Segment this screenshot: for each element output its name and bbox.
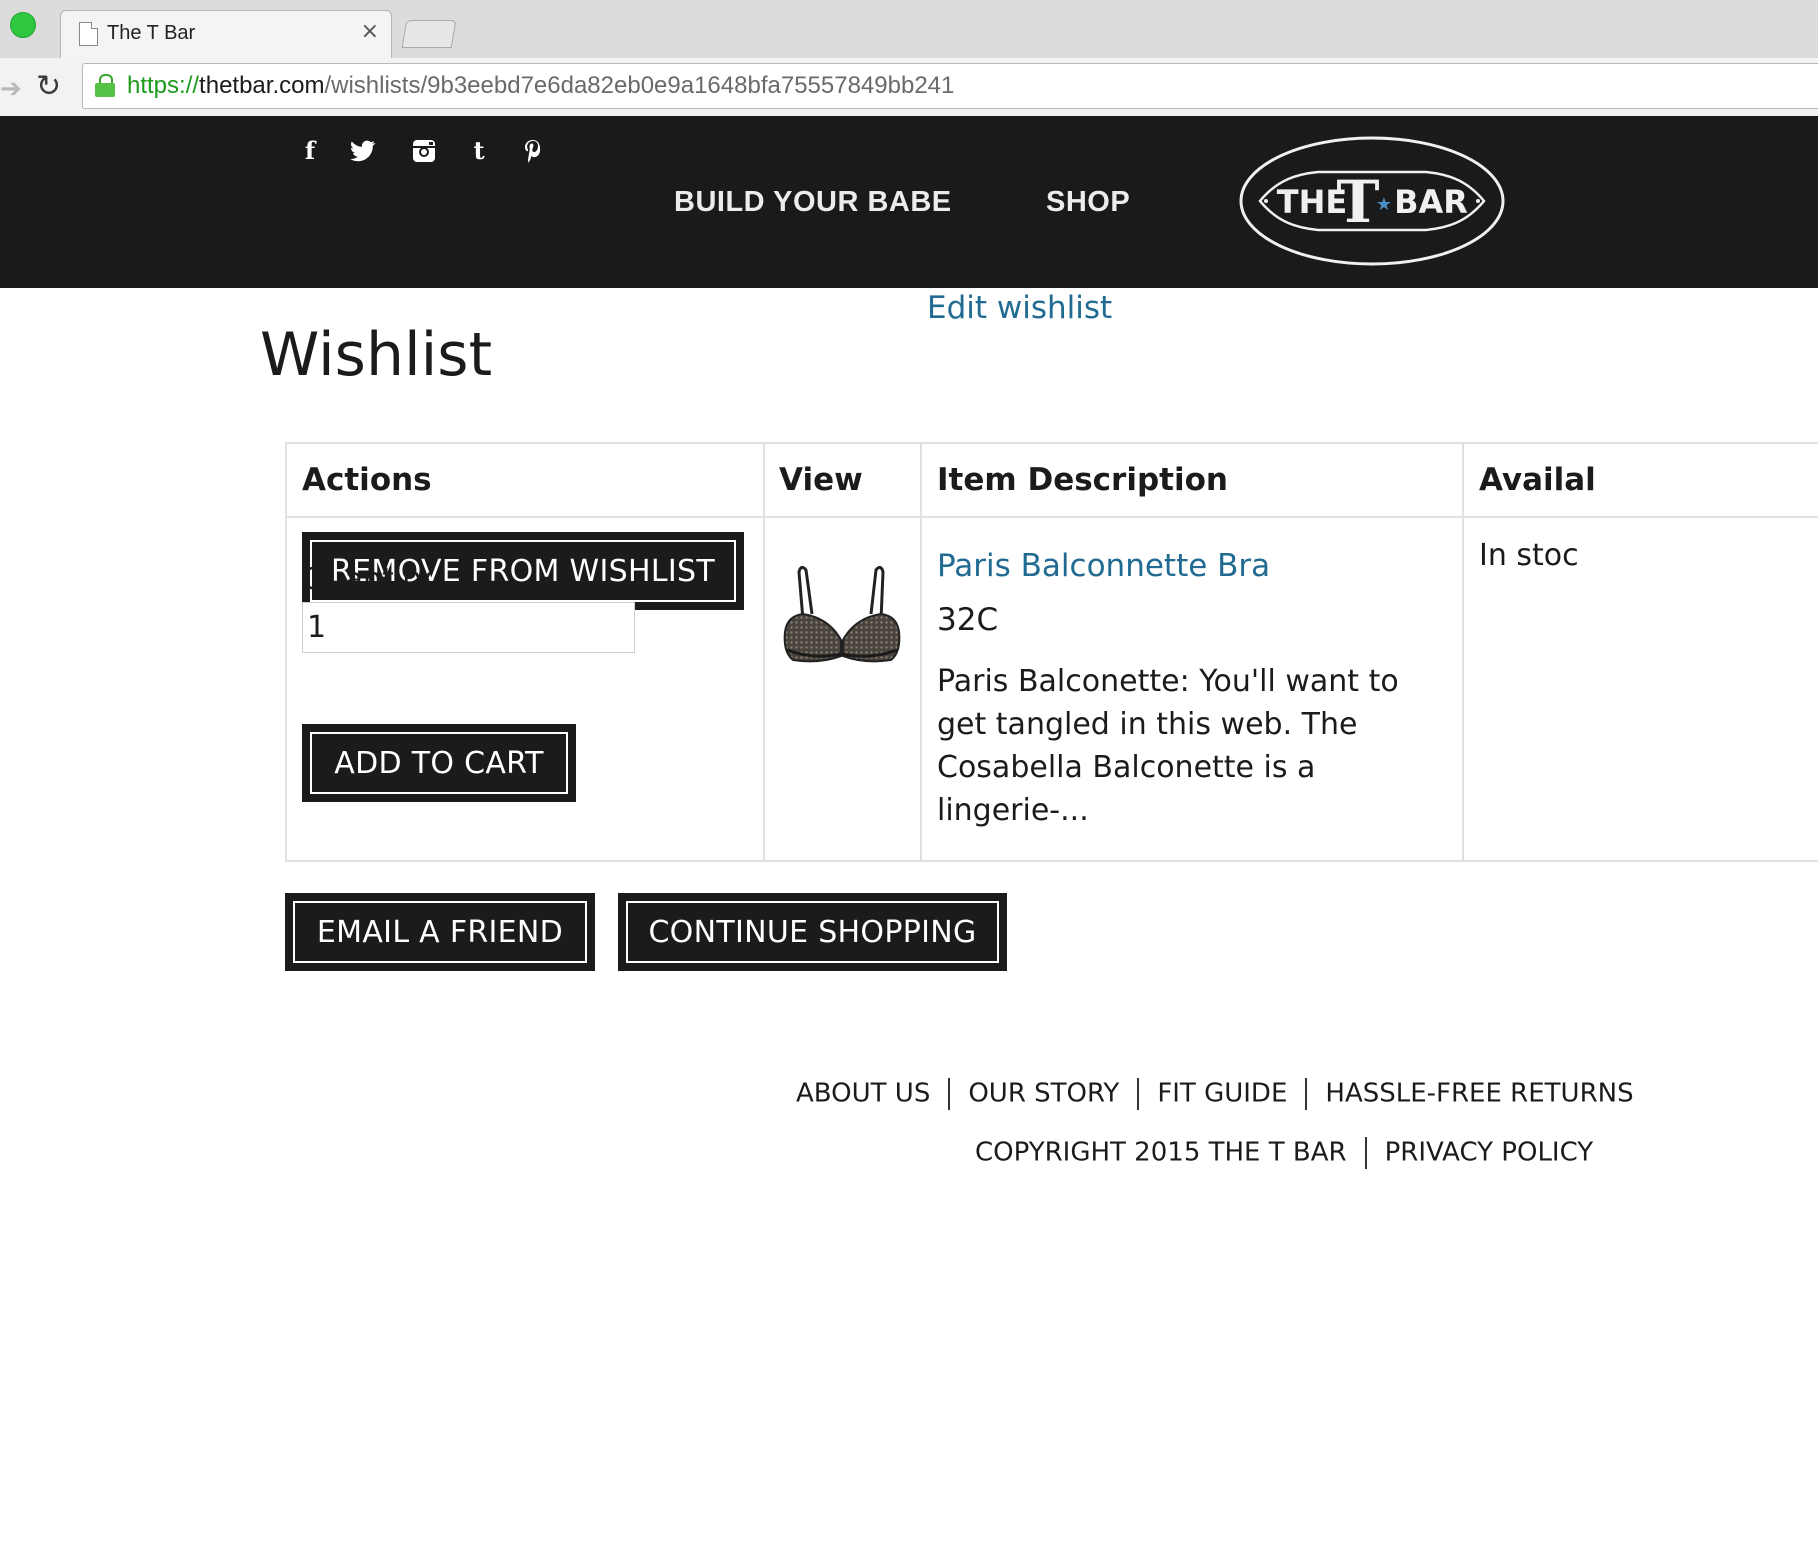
forward-icon[interactable]: ➔ <box>0 74 22 104</box>
add-to-cart-button[interactable]: ADD TO CART <box>302 724 576 802</box>
instagram-icon[interactable] <box>407 136 441 166</box>
address-bar[interactable]: https://thetbar.com/wishlists/9b3eebd7e6… <box>82 63 1818 109</box>
browser-tab-bar: The T Bar × <box>0 0 1818 59</box>
header-actions: Actions <box>302 462 432 498</box>
footer-divider <box>1137 1078 1140 1110</box>
page-title: Wishlist <box>260 320 493 390</box>
footer-fit-guide[interactable]: FIT GUIDE <box>1157 1079 1287 1109</box>
product-size: 32C <box>937 602 999 638</box>
footer-divider <box>1305 1078 1308 1110</box>
header-item-description: Item Description <box>937 462 1228 498</box>
continue-shopping-button[interactable]: CONTINUE SHOPPING <box>618 893 1007 971</box>
lock-icon <box>95 74 115 97</box>
footer-copyright: COPYRIGHT 2015 THE T BAR <box>975 1137 1347 1168</box>
header-availability: Availal <box>1479 462 1596 498</box>
site-logo[interactable]: THE T ★ BAR <box>1238 134 1506 268</box>
reload-icon[interactable]: ↻ <box>36 69 61 104</box>
footer-hassle-free-returns[interactable]: HASSLE-FREE RETURNS <box>1325 1079 1633 1109</box>
footer-about-us[interactable]: ABOUT US <box>796 1079 930 1109</box>
footer-legal: COPYRIGHT 2015 THE T BAR PRIVACY POLICY <box>975 1137 1593 1169</box>
facebook-icon[interactable]: f <box>293 136 327 166</box>
nav-build-your-babe[interactable]: BUILD YOUR BABE <box>674 186 952 219</box>
wishlist-table: Actions View Item Description Availal RE… <box>285 442 1818 862</box>
tab-title: The T Bar <box>107 22 196 44</box>
svg-text:T: T <box>1336 168 1379 236</box>
site-header: f t BUILD YOUR BABE SHOP THE T ★ BAR <box>0 116 1818 288</box>
svg-text:★: ★ <box>1376 194 1392 215</box>
svg-text:BAR: BAR <box>1394 183 1468 221</box>
product-image-bra[interactable] <box>779 560 905 680</box>
footer-our-story[interactable]: OUR STORY <box>968 1079 1119 1109</box>
availability-status: In stoc <box>1479 538 1579 573</box>
footer-links: ABOUT US OUR STORY FIT GUIDE HASSLE-FREE RE… <box>796 1078 1634 1110</box>
footer-privacy-policy[interactable]: PRIVACY POLICY <box>1385 1138 1594 1168</box>
tumblr-icon[interactable]: t <box>462 136 496 166</box>
url-text[interactable]: https://thetbar.com/wishlists/9b3eebd7e6… <box>127 72 954 100</box>
footer-divider <box>948 1078 951 1110</box>
header-view: View <box>779 462 863 498</box>
twitter-icon[interactable] <box>346 136 380 166</box>
window-zoom-button[interactable] <box>10 12 36 38</box>
browser-tab[interactable]: The T Bar × <box>60 10 392 59</box>
edit-wishlist-link[interactable]: Edit wishlist <box>927 290 1112 326</box>
tab-close-icon[interactable]: × <box>361 19 379 44</box>
nav-shop[interactable]: SHOP <box>1046 186 1130 219</box>
email-a-friend-button[interactable]: EMAIL A FRIEND <box>285 893 595 971</box>
page-icon <box>79 22 98 46</box>
quantity-input[interactable] <box>302 602 635 653</box>
footer-divider <box>1364 1137 1367 1169</box>
product-description: Paris Balconette: You'll want to get tan… <box>937 664 1399 828</box>
pinterest-icon[interactable] <box>516 136 550 166</box>
product-name-link[interactable]: Paris Balconnette Bra <box>937 548 1270 584</box>
browser-toolbar: ➔ ↻ https://thetbar.com/wishlists/9b3eeb… <box>0 58 1818 117</box>
quantity-label: Quantity <box>302 562 432 597</box>
new-tab-button[interactable] <box>401 20 457 48</box>
